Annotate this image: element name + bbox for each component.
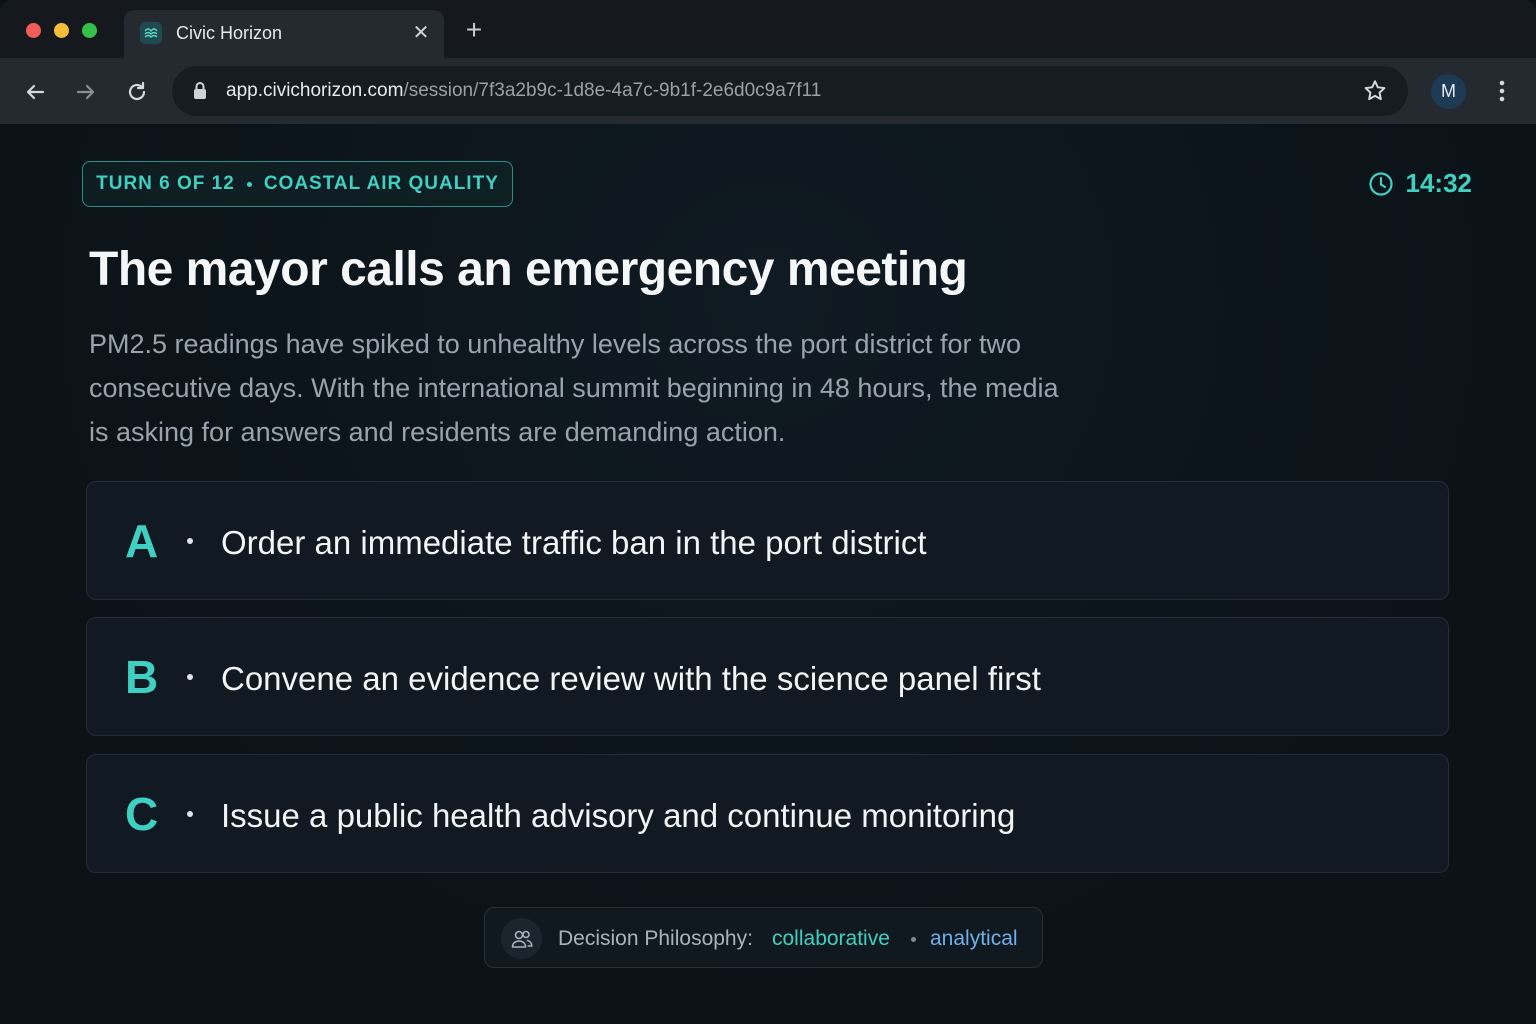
separator-dot xyxy=(911,937,916,942)
option-letter: C xyxy=(125,788,159,840)
star-icon[interactable] xyxy=(1362,78,1388,109)
minimize-window-button[interactable] xyxy=(54,23,69,38)
decision-philosophy-badge: Decision Philosophy: collaborative analy… xyxy=(484,907,1043,968)
scenario-title: The mayor calls an emergency meeting xyxy=(89,243,968,296)
option-text: Issue a public health advisory and conti… xyxy=(221,797,1016,834)
separator-dot xyxy=(187,538,193,544)
scenario-description: PM2.5 readings have spiked to unhealthy … xyxy=(89,329,1059,447)
separator-dot xyxy=(246,181,252,187)
turn-badge: TURN 6 OF 12 COASTAL AIR QUALITY xyxy=(82,161,513,207)
back-arrow-icon[interactable] xyxy=(20,77,50,107)
scenario-name: COASTAL AIR QUALITY xyxy=(263,173,499,194)
tab-title: Civic Horizon xyxy=(176,23,283,43)
url-path: /session/7f3a2b9c-1d8e-4a7c-9b1f-2e6d0c9… xyxy=(403,80,822,101)
philosophy-value-secondary: analytical xyxy=(930,927,1018,950)
browser-toolbar: app.civichorizon.com/session/7f3a2b9c-1d… xyxy=(0,58,1536,124)
address-bar[interactable]: app.civichorizon.com/session/7f3a2b9c-1d… xyxy=(172,66,1408,116)
profile-avatar[interactable]: M xyxy=(1431,74,1466,109)
philosophy-value-primary: collaborative xyxy=(772,927,890,950)
people-icon xyxy=(501,918,542,959)
philosophy-label: Decision Philosophy: xyxy=(558,927,753,950)
option-a-button[interactable]: A Order an immediate traffic ban in the … xyxy=(86,481,1449,600)
close-window-button[interactable] xyxy=(26,23,41,38)
turn-counter: TURN 6 OF 12 xyxy=(96,173,235,194)
plus-icon[interactable]: + xyxy=(462,16,486,44)
separator-dot xyxy=(187,811,193,817)
close-icon[interactable]: ✕ xyxy=(410,22,432,44)
option-letter: A xyxy=(125,515,159,567)
option-text: Convene an evidence review with the scie… xyxy=(221,660,1041,697)
tab-strip: Civic Horizon ✕ + xyxy=(0,0,1536,58)
browser-window: Civic Horizon ✕ + app.civichorizon.com/s… xyxy=(0,0,1536,1024)
separator-dot xyxy=(187,674,193,680)
timer-value: 14:32 xyxy=(1405,168,1473,198)
game-content: TURN 6 OF 12 COASTAL AIR QUALITY 14:32 T… xyxy=(0,124,1536,1024)
url-host: app.civichorizon.com xyxy=(226,80,404,101)
active-tab[interactable]: Civic Horizon ✕ xyxy=(124,10,444,58)
turn-timer: 14:32 xyxy=(1368,168,1473,199)
reload-icon[interactable] xyxy=(122,77,152,107)
option-c-button[interactable]: C Issue a public health advisory and con… xyxy=(86,754,1449,873)
kebab-menu-icon[interactable] xyxy=(1490,78,1514,104)
option-b-button[interactable]: B Convene an evidence review with the sc… xyxy=(86,617,1449,736)
url-text[interactable]: app.civichorizon.com/session/7f3a2b9c-1d… xyxy=(226,80,821,102)
option-text: Order an immediate traffic ban in the po… xyxy=(221,524,927,561)
forward-arrow-icon[interactable] xyxy=(71,77,101,107)
clock-icon xyxy=(1368,171,1393,196)
option-letter: B xyxy=(125,651,159,703)
civic-horizon-logo-icon xyxy=(140,22,162,44)
maximize-window-button[interactable] xyxy=(82,23,97,38)
lock-icon[interactable] xyxy=(192,81,208,106)
